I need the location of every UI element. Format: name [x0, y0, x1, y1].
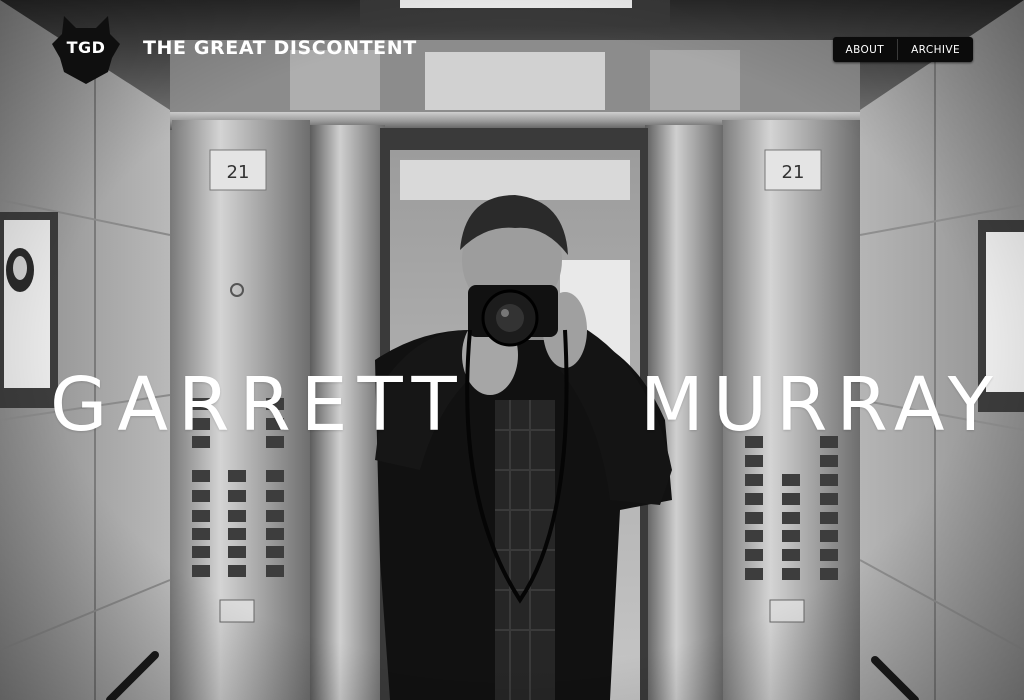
hero-last-name: MURRAY — [640, 361, 1002, 448]
hero-first-name: GARRETT — [50, 361, 467, 448]
site-title[interactable]: THE GREAT DISCONTENT — [143, 37, 417, 59]
logo-text: TGD — [66, 38, 106, 57]
nav-item-archive[interactable]: ARCHIVE — [898, 37, 973, 62]
nav-item-about[interactable]: ABOUT — [833, 37, 898, 62]
hero-photo: 21 21 — [0, 0, 1024, 700]
site-header: TGD THE GREAT DISCONTENT ABOUT ARCHIVE — [0, 0, 1024, 100]
page: 21 21 — [0, 0, 1024, 700]
main-nav: ABOUT ARCHIVE — [832, 37, 973, 62]
